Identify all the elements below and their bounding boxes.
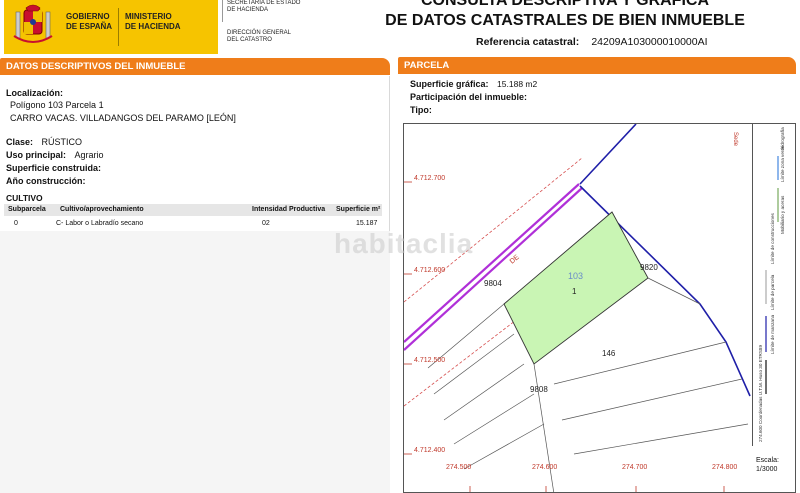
cultivo-title: CULTIVO bbox=[6, 193, 43, 203]
neighbor-9804: 9804 bbox=[484, 279, 502, 288]
localizacion-line2: CARRO VACAS. VILLADANGOS DEL PARAMO [LEÓ… bbox=[10, 113, 236, 123]
referencia-value: 24209A103000010000AI bbox=[591, 36, 708, 48]
legend-divider bbox=[752, 124, 753, 446]
cell-superficie: 15.187 bbox=[356, 220, 378, 227]
col-cultivo: Cultivo/aprovechamiento bbox=[60, 206, 144, 213]
sede-catastro-icon: Sede bbox=[732, 132, 738, 147]
referencia-catastral: Referencia catastral: 24209A103000010000A… bbox=[476, 36, 708, 48]
neighbor-9808: 9808 bbox=[530, 385, 548, 394]
superficie-grafica-label: Superficie gráfica: bbox=[410, 79, 489, 89]
participacion-label: Participación del inmueble: bbox=[410, 92, 528, 102]
document-title-line1: CONSULTA DESCRIPTIVA Y GRÁFICA bbox=[420, 0, 709, 9]
empty-table-area bbox=[0, 231, 390, 493]
uso-label: Uso principal: bbox=[6, 150, 67, 160]
cadastral-map: 4.712.700 4.712.600 4.712.500 4.712.400 … bbox=[403, 123, 796, 493]
map-scale: Escala: 1/3000 bbox=[756, 456, 779, 474]
north-boundary-line bbox=[579, 124, 637, 185]
y-label-1: 4.712.700 bbox=[414, 175, 445, 182]
legend-coords-note: 274.600 Coordenadas U.T.M. Huso 30 ETRS8… bbox=[758, 345, 763, 442]
watermark: habitaclia bbox=[334, 228, 474, 259]
direccion-label: DIRECCIÓN GENERAL DEL CATASTRO bbox=[227, 30, 292, 43]
cell-intensidad: 02 bbox=[262, 220, 270, 227]
parcela-panel: Superficie gráfica: 15.188 m2 Participac… bbox=[398, 57, 800, 493]
x-label-2: 274.600 bbox=[532, 464, 557, 471]
y-label-2: 4.712.600 bbox=[414, 267, 445, 274]
scale-label: Escala: bbox=[756, 457, 779, 464]
tipo-label: Tipo: bbox=[410, 105, 432, 115]
document-title-line2: DE DATOS CATASTRALES DE BIEN INMUEBLE bbox=[385, 12, 745, 29]
col-superficie: Superficie m² bbox=[336, 206, 381, 213]
col-intensidad: Intensidad Productiva bbox=[252, 206, 326, 213]
road-label: DE bbox=[509, 254, 521, 266]
legend-item-construcciones: Límite de construcciones bbox=[770, 212, 775, 264]
x-label-4: 274.800 bbox=[712, 464, 737, 471]
anio-construccion-label: Año construcción: bbox=[6, 176, 86, 186]
superficie-grafica-row: Superficie gráfica: 15.188 m2 bbox=[410, 79, 537, 89]
x-label-3: 274.700 bbox=[622, 464, 647, 471]
document-header: GOBIERNO DE ESPAÑA MINISTERIO DE HACIEND… bbox=[0, 0, 800, 56]
localizacion-label: Localización: bbox=[6, 88, 64, 98]
datos-descriptivos-header: DATOS DESCRIPTIVOS DEL INMUEBLE bbox=[0, 58, 390, 75]
gobierno-label: GOBIERNO DE ESPAÑA bbox=[66, 12, 113, 31]
svg-text:Sede: Sede bbox=[732, 132, 738, 147]
datos-descriptivos-panel: Localización: Polígono 103 Parcela 1 CAR… bbox=[0, 76, 390, 493]
referencia-label: Referencia catastral: bbox=[476, 36, 580, 48]
parcel-id: 1 bbox=[572, 287, 577, 296]
uso-value: Agrario bbox=[74, 150, 104, 160]
secretaria-label: SECRETARÍA DE ESTADO DE HACIENDA bbox=[227, 0, 301, 13]
clase-label: Clase: bbox=[6, 137, 34, 147]
cell-subparcela: 0 bbox=[14, 220, 18, 227]
ministerio-label: MINISTERIO DE HACIENDA bbox=[125, 12, 181, 31]
x-label-1: 274.500 bbox=[446, 464, 471, 471]
clase-row: Clase: RÚSTICO bbox=[6, 137, 82, 147]
table-row: 0 C- Labor o Labradío secano 02 15.187 bbox=[4, 218, 382, 230]
map-drawing: 4.712.700 4.712.600 4.712.500 4.712.400 … bbox=[404, 124, 751, 492]
neighbor-9820: 9820 bbox=[640, 263, 658, 272]
map-legend: 274.600 Coordenadas U.T.M. Huso 30 ETRS8… bbox=[758, 127, 785, 442]
superficie-construida-label: Superficie construida: bbox=[6, 163, 102, 173]
uso-row: Uso principal: Agrario bbox=[6, 150, 104, 160]
clase-value: RÚSTICO bbox=[41, 137, 83, 147]
scale-value: 1/3000 bbox=[756, 466, 778, 473]
parcel-number: 103 bbox=[568, 271, 583, 281]
neighbor-146: 146 bbox=[602, 349, 616, 358]
y-label-3: 4.712.500 bbox=[414, 357, 445, 364]
header-divider bbox=[118, 8, 119, 46]
legend-item-mobiliario: Mobiliario y aceras bbox=[780, 195, 785, 234]
legend-item-hidrografia: Hidrografía bbox=[780, 127, 785, 150]
legend-item-manzana: Límite de manzana bbox=[770, 314, 775, 354]
superficie-grafica-value: 15.188 m2 bbox=[497, 79, 538, 89]
legend-item-parcela: Límite de parcela bbox=[770, 274, 775, 310]
cultivo-table-header: Subparcela Cultivo/aprovechamiento Inten… bbox=[4, 204, 382, 216]
y-label-4: 4.712.400 bbox=[414, 447, 445, 454]
cell-cultivo: C- Labor o Labradío secano bbox=[56, 220, 144, 227]
localizacion-line1: Polígono 103 Parcela 1 bbox=[10, 100, 104, 110]
coat-of-arms-icon bbox=[13, 4, 53, 43]
col-subparcela: Subparcela bbox=[8, 206, 46, 213]
